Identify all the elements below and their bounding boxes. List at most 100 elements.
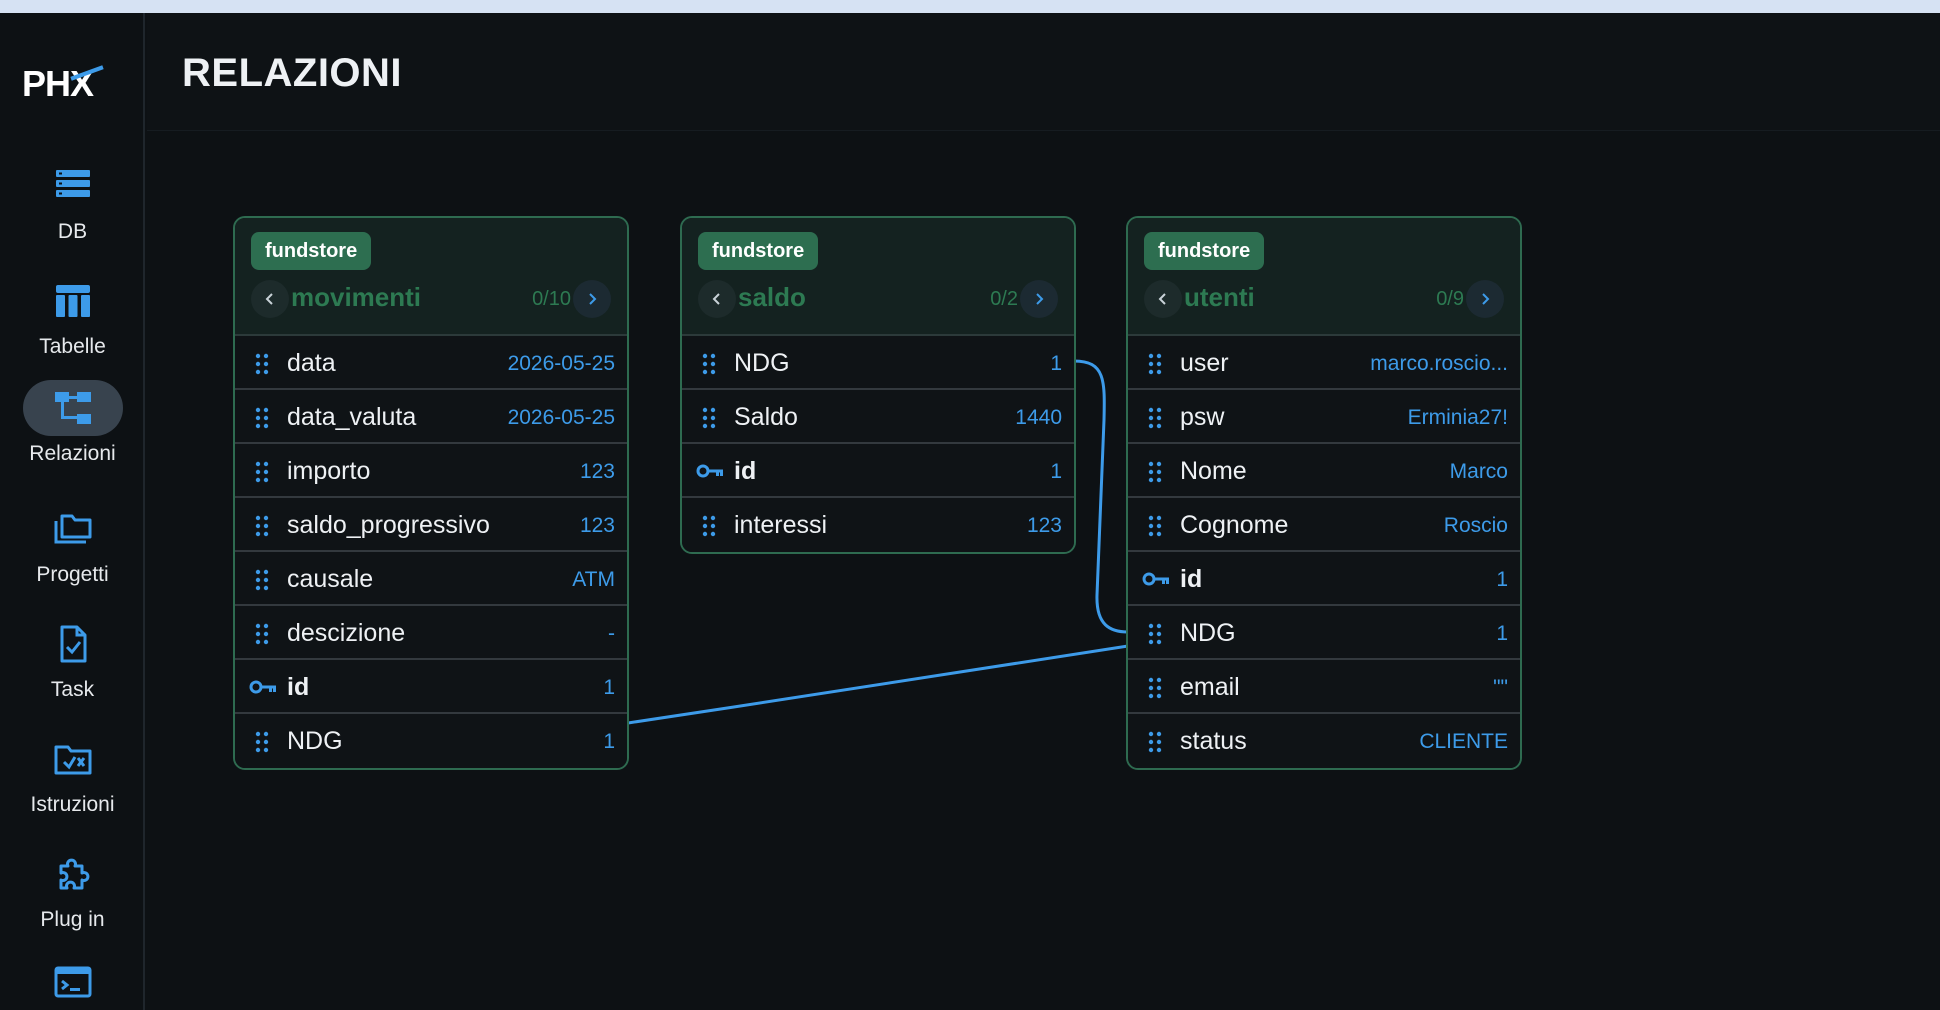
sidebar-item-progetti[interactable]: Progetti — [0, 501, 145, 601]
logo-text: PHX — [22, 63, 94, 104]
task-file-icon — [60, 625, 86, 663]
prev-page-button[interactable] — [251, 280, 289, 318]
field-name: descizione — [287, 619, 406, 647]
drag-handle-icon[interactable] — [255, 569, 269, 591]
folder-icon — [54, 514, 91, 544]
table-name: movimenti — [291, 282, 422, 312]
drag-handle-icon[interactable] — [255, 407, 269, 429]
table-name: utenti — [1184, 282, 1255, 312]
field-row[interactable]: id 1 — [235, 660, 627, 714]
field-row[interactable]: descizione - — [235, 606, 627, 660]
field-row[interactable]: status CLIENTE — [1128, 714, 1520, 768]
drag-handle-icon[interactable] — [255, 731, 269, 753]
field-value: Marco — [1449, 460, 1508, 483]
drag-handle-icon[interactable] — [1148, 677, 1162, 699]
field-row[interactable]: id 1 — [682, 444, 1074, 498]
table-card-header: fundstore saldo 0/2 — [682, 218, 1074, 336]
database-icon — [55, 170, 90, 197]
sidebar-item-istruzioni[interactable]: Istruzioni — [0, 731, 145, 831]
field-value: 2026-05-25 — [507, 406, 615, 429]
next-page-button[interactable] — [1466, 280, 1504, 318]
field-name: psw — [1180, 403, 1225, 431]
chevron-right-icon — [1036, 293, 1044, 305]
drag-handle-icon[interactable] — [702, 515, 716, 537]
field-row[interactable]: data 2026-05-25 — [235, 336, 627, 390]
field-name: saldo_progressivo — [287, 511, 490, 539]
sidebar-item-label: Tabelle — [39, 335, 106, 358]
field-row[interactable]: psw Erminia27! — [1128, 390, 1520, 444]
primary-key-icon — [696, 464, 723, 478]
field-row[interactable]: NDG 1 — [235, 714, 627, 768]
drag-handle-icon[interactable] — [702, 407, 716, 429]
field-value: 123 — [579, 460, 615, 483]
page-header: RELAZIONI — [147, 13, 1940, 131]
field-row[interactable]: interessi 123 — [682, 498, 1074, 552]
sidebar-item-label: Relazioni — [29, 442, 116, 465]
prev-page-button[interactable] — [1144, 280, 1182, 318]
table-icon — [55, 285, 90, 317]
field-value: 1 — [1050, 352, 1062, 375]
field-row[interactable]: NDG 1 — [1128, 606, 1520, 660]
next-page-button[interactable] — [573, 280, 611, 318]
drag-handle-icon[interactable] — [1148, 515, 1162, 537]
field-list: data 2026-05-25 data_valuta 2026-05-25 impor… — [235, 336, 627, 768]
page-counter: 0/10 — [532, 288, 571, 310]
field-name: email — [1180, 673, 1240, 701]
field-list: user marco.roscio... psw Erminia27! Nome Marc… — [1128, 336, 1520, 768]
field-value: ATM — [572, 568, 615, 591]
field-row[interactable]: user marco.roscio... — [1128, 336, 1520, 390]
field-row[interactable]: causale ATM — [235, 552, 627, 606]
drag-handle-icon[interactable] — [1148, 461, 1162, 483]
page-counter: 0/2 — [990, 288, 1018, 310]
field-value: 123 — [1026, 514, 1062, 537]
field-row[interactable]: id 1 — [1128, 552, 1520, 606]
drag-handle-icon[interactable] — [1148, 353, 1162, 375]
table-card-saldo[interactable]: fundstore saldo 0/2 NDG 1 Saldo 1440 id 1 inte… — [680, 216, 1076, 554]
field-row[interactable]: Cognome Roscio — [1128, 498, 1520, 552]
sidebar-item-relazioni[interactable]: Relazioni — [0, 380, 145, 480]
sidebar-item-tabelle[interactable]: Tabelle — [0, 273, 145, 373]
drag-handle-icon[interactable] — [255, 461, 269, 483]
field-name: status — [1180, 727, 1247, 755]
sidebar-item-db[interactable]: DB — [0, 158, 145, 258]
prev-page-button[interactable] — [698, 280, 736, 318]
field-row[interactable]: saldo_progressivo 123 — [235, 498, 627, 552]
sidebar-item-label: DB — [57, 220, 88, 243]
sidebar-item-label: Istruzioni — [30, 793, 115, 816]
field-row[interactable]: Saldo 1440 — [682, 390, 1074, 444]
sidebar-item-plugin[interactable]: Plug in — [0, 846, 145, 946]
field-row[interactable]: Nome Marco — [1128, 444, 1520, 498]
app-logo[interactable]: PHX — [22, 63, 104, 113]
page-counter: 0/9 — [1436, 288, 1464, 310]
folder-code-icon — [54, 745, 91, 775]
table-card-movimenti[interactable]: fundstore movimenti 0/10 data 2026-05-25 d… — [233, 216, 629, 770]
drag-handle-icon[interactable] — [255, 623, 269, 645]
chevron-left-icon — [712, 293, 720, 305]
field-value: 1 — [1496, 622, 1508, 645]
field-value: 123 — [579, 514, 615, 537]
primary-key-icon — [249, 680, 276, 694]
field-list: NDG 1 Saldo 1440 id 1 interessi 123 — [682, 336, 1074, 552]
page-title: RELAZIONI — [182, 51, 403, 95]
field-name: causale — [287, 565, 374, 593]
field-name: data — [287, 349, 336, 377]
field-value: 1 — [1496, 568, 1508, 591]
chevron-left-icon — [1158, 293, 1166, 305]
field-row[interactable]: importo 123 — [235, 444, 627, 498]
drag-handle-icon[interactable] — [1148, 623, 1162, 645]
table-card-utenti[interactable]: fundstore utenti 0/9 user marco.roscio...… — [1126, 216, 1522, 770]
drag-handle-icon[interactable] — [255, 353, 269, 375]
field-row[interactable]: NDG 1 — [682, 336, 1074, 390]
sidebar-item-task[interactable]: Task — [0, 616, 145, 716]
field-row[interactable]: data_valuta 2026-05-25 — [235, 390, 627, 444]
drag-handle-icon[interactable] — [1148, 407, 1162, 429]
drag-handle-icon[interactable] — [1148, 731, 1162, 753]
next-page-button[interactable] — [1020, 280, 1058, 318]
sidebar-item-terminal[interactable] — [0, 958, 145, 1010]
drag-handle-icon[interactable] — [702, 353, 716, 375]
field-row[interactable]: email "" — [1128, 660, 1520, 714]
drag-handle-icon[interactable] — [255, 515, 269, 537]
field-name: NDG — [1180, 619, 1236, 647]
sidebar-item-label: Plug in — [40, 908, 105, 931]
field-name: id — [287, 673, 310, 701]
